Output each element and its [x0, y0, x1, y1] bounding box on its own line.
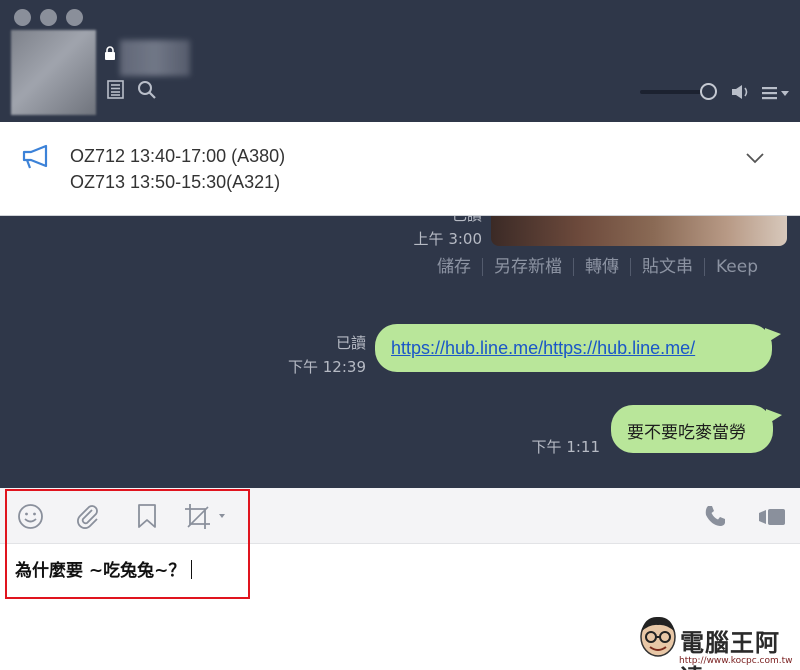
read-receipt: 已讀 — [335, 334, 366, 352]
phone-icon[interactable] — [703, 504, 727, 528]
message-time: 下午 1:11 — [531, 438, 600, 456]
post-timeline-action[interactable]: 貼文串 — [630, 258, 704, 276]
chat-header — [0, 0, 800, 122]
photo-message[interactable] — [491, 216, 787, 246]
menu-icon[interactable] — [762, 86, 790, 100]
megaphone-icon — [22, 144, 48, 169]
announcement-banner[interactable]: OZ712 13:40-17:00 (A380) OZ713 13:50-15:… — [0, 122, 800, 216]
keep-action[interactable]: Keep — [704, 258, 769, 276]
message-text: 要不要吃麥當勞 — [627, 423, 746, 443]
close-window-button[interactable] — [14, 9, 31, 26]
search-icon[interactable] — [137, 80, 157, 100]
volume-slider-track[interactable] — [640, 90, 708, 94]
highlight-box — [5, 489, 250, 599]
read-receipt: 已讀 — [420, 216, 482, 225]
forward-action[interactable]: 轉傳 — [573, 258, 630, 276]
contact-name — [120, 40, 190, 76]
message-time: 上午 3:00 — [413, 230, 482, 248]
message-link[interactable]: https://hub.line.me/https://hub.line.me/ — [391, 338, 695, 359]
minimize-window-button[interactable] — [40, 9, 57, 26]
video-icon[interactable] — [758, 508, 786, 526]
watermark-logo — [640, 616, 676, 657]
announcement-line-1: OZ712 13:40-17:00 (A380) — [70, 146, 286, 166]
volume-slider-knob[interactable] — [700, 83, 717, 100]
chat-area[interactable]: 已讀 上午 3:00 儲存 另存新檔 轉傳 貼文串 Keep 已讀 下午 12:… — [0, 216, 800, 488]
lock-icon — [105, 46, 115, 60]
speaker-icon[interactable] — [731, 84, 751, 100]
save-as-action[interactable]: 另存新檔 — [482, 258, 573, 276]
chevron-down-icon[interactable] — [746, 152, 764, 164]
announcement-line-2: OZ713 13:50-15:30(A321) — [70, 172, 281, 192]
notes-icon[interactable] — [107, 80, 124, 99]
save-action[interactable]: 儲存 — [437, 258, 482, 276]
avatar[interactable] — [11, 30, 96, 115]
text-message-bubble[interactable]: 要不要吃麥當勞 — [611, 405, 782, 453]
zoom-window-button[interactable] — [66, 9, 83, 26]
photo-action-bar: 儲存 另存新檔 轉傳 貼文串 Keep — [437, 258, 769, 276]
message-time: 下午 12:39 — [288, 358, 366, 376]
link-message-bubble[interactable]: https://hub.line.me/https://hub.line.me/ — [375, 324, 781, 372]
watermark-url: http://www.kocpc.com.tw — [679, 656, 793, 666]
